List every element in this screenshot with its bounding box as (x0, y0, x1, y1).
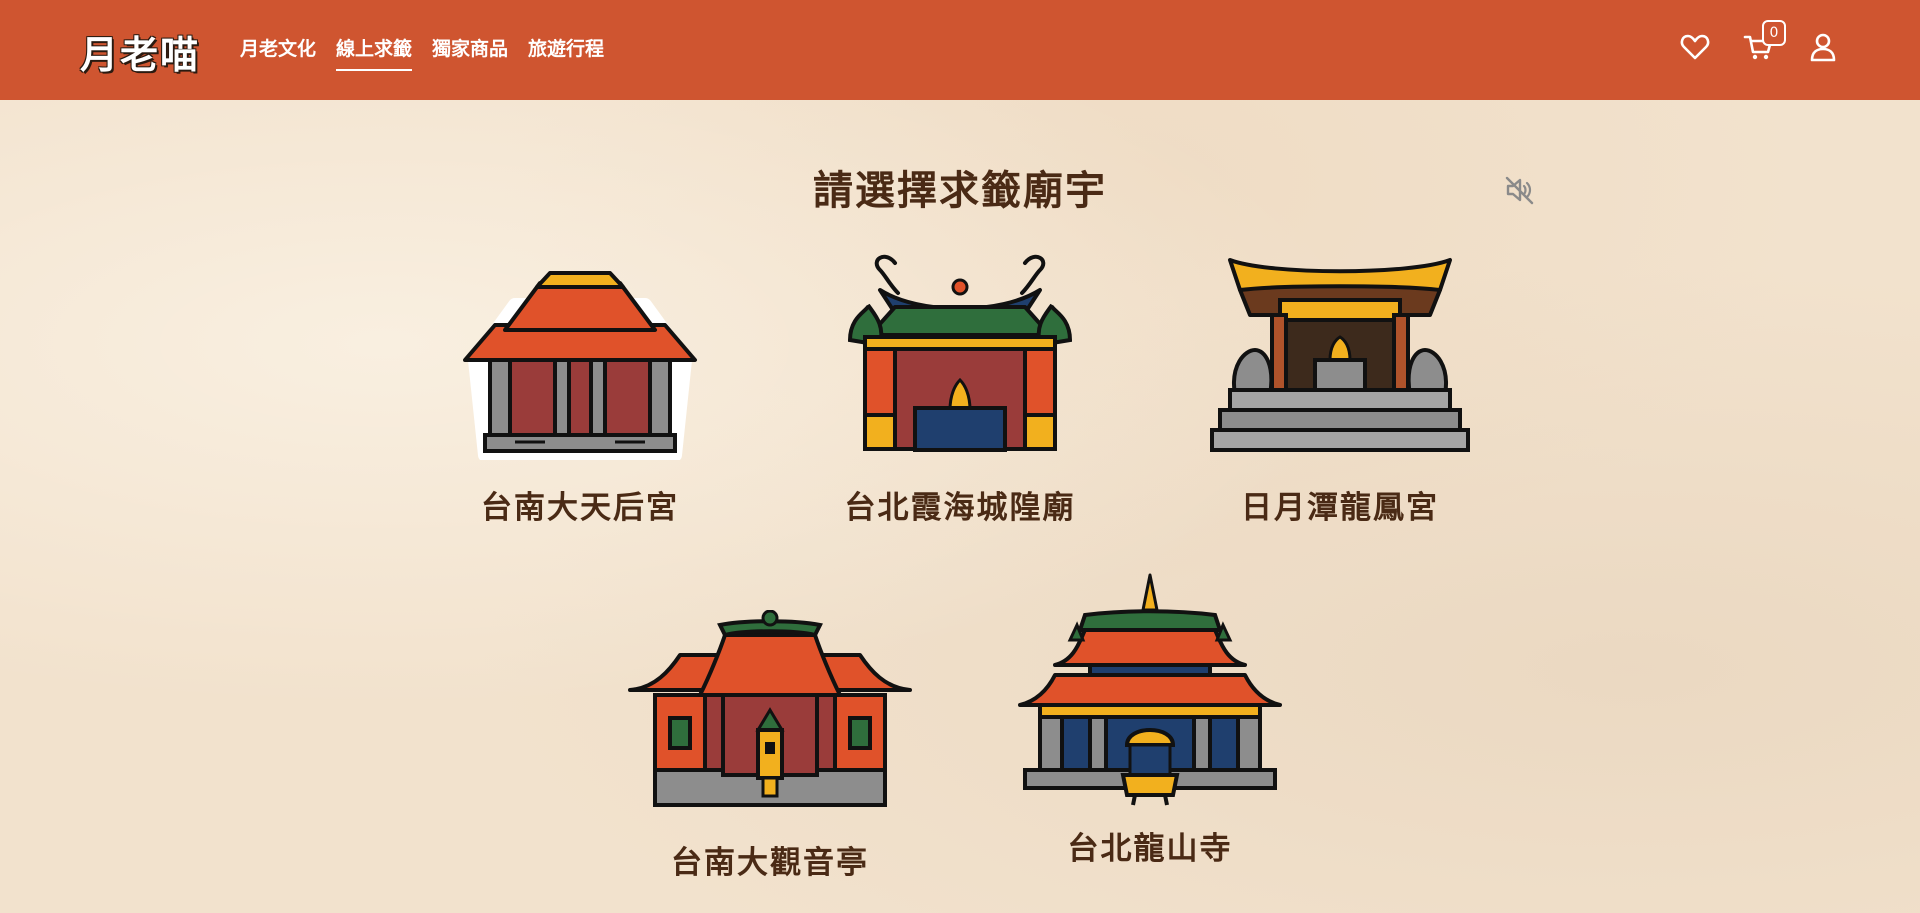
temple-label: 台南大天后宮 (481, 490, 679, 526)
nav-item-products[interactable]: 獨家商品 (432, 34, 508, 71)
temple-xiahai-icon (847, 254, 1073, 452)
nav-item-tours[interactable]: 旅遊行程 (528, 34, 604, 71)
temple-card-xiahai[interactable]: 台北霞海城隍廟 (810, 245, 1110, 527)
temple-label: 日月潭龍鳳宮 (1241, 490, 1439, 526)
temple-label: 台南大觀音亭 (671, 845, 869, 881)
nav-item-culture[interactable]: 月老文化 (240, 34, 316, 71)
temple-sun-moon-lake-icon (1210, 258, 1470, 452)
temple-card-longshan[interactable]: 台北龍山寺 (1000, 570, 1300, 868)
heart-icon[interactable] (1678, 30, 1712, 64)
cart-count-badge: 0 (1762, 20, 1786, 46)
temple-card-guanyin-pavilion[interactable]: 台南大觀音亭 (620, 610, 920, 882)
temple-card-sun-moon-lake[interactable]: 日月潭龍鳳宮 (1190, 255, 1490, 527)
temple-label: 台北霞海城隍廟 (844, 490, 1076, 526)
temple-label: 台北龍山寺 (1067, 831, 1233, 867)
page-title: 請選擇求籤廟宇 (813, 168, 1107, 214)
temple-tainan-matsu-icon (463, 271, 697, 460)
site-logo[interactable]: 月老喵 (80, 24, 200, 79)
user-icon[interactable] (1806, 30, 1840, 64)
sound-muted-icon[interactable] (1502, 173, 1536, 207)
nav-icon-group: 0 (1678, 20, 1840, 64)
temple-longshan-icon (1018, 573, 1282, 806)
top-navbar: 月老喵 月老文化 線上求籤 獨家商品 旅遊行程 0 (0, 0, 1920, 100)
temple-card-tainan-matsu[interactable]: 台南大天后宮 (430, 255, 730, 527)
cart-icon[interactable]: 0 (1742, 20, 1786, 64)
nav-item-online-divination[interactable]: 線上求籤 (336, 34, 413, 71)
temple-guanyin-pavilion-icon (628, 610, 912, 807)
main-menu: 月老文化 線上求籤 獨家商品 旅遊行程 (240, 34, 604, 71)
